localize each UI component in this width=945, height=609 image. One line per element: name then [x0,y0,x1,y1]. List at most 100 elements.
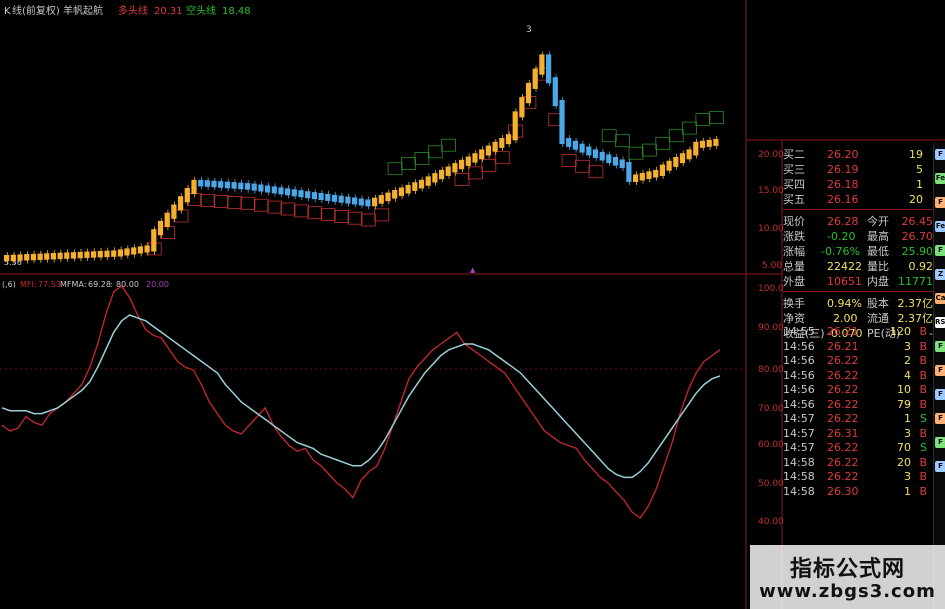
header-prefix: K [4,6,11,17]
candle [372,197,378,207]
trade-row[interactable]: 14:56 26.21 3 B [783,340,933,355]
candle [425,176,431,186]
trade-time: 14:58 [783,484,815,498]
price-tick: 10.00 [758,224,784,234]
trade-time: 14:56 [783,383,815,396]
candle [432,173,438,183]
candle [4,255,10,262]
candle [178,196,184,211]
trade-volume: 10 [897,383,911,396]
toolbar-button[interactable]: Ca [935,293,945,304]
trail-box [253,198,269,212]
bid-label: 买三 [783,163,805,176]
candle [258,184,264,192]
stat-value: 26.45 [901,215,934,228]
stat-row: 现价 26.28 今开 26.45 [783,214,933,229]
toolbar-button[interactable]: F [935,461,945,472]
candle [345,196,351,204]
toolbar-button[interactable]: F [935,365,945,376]
stat-label: 量比 [867,260,889,273]
trade-row[interactable]: 14:57 26.22 70 S [783,441,933,456]
trail-box [414,152,430,165]
mfi-value: 77.53 [38,280,61,289]
toolbar-button[interactable]: F [935,245,945,256]
trade-row[interactable]: 14:58 26.22 20 B [783,456,933,471]
candle [633,174,639,182]
bid-row[interactable]: 买五 26.16 20 [783,192,933,207]
toolbar-button[interactable]: RSI [935,317,945,328]
candle [111,250,117,257]
candle [198,179,204,187]
candle [405,184,411,194]
candle [525,82,532,104]
trade-volume: 2 [904,354,911,367]
candle [157,220,164,236]
candle [211,180,217,188]
candle [24,254,30,261]
stat-label: 涨幅 [783,245,805,258]
trade-time: 14:57 [783,426,815,440]
stat-row: 涨跌 -0.20 最高 26.70 [783,229,933,244]
candle [626,162,632,182]
candle [606,154,612,163]
candle [358,198,364,206]
trade-side: B [919,484,927,498]
candle [338,195,344,203]
indicator-tick: 50.00 [758,479,784,489]
candle [17,254,23,261]
candle [459,159,465,170]
indicator-prefix: (,6) [2,280,16,289]
toolbar-button[interactable]: Fe [935,221,945,232]
candle [566,138,572,147]
toolbar-button[interactable]: F [935,341,945,352]
candle [97,251,103,258]
trail-box [682,121,697,135]
toolbar-button[interactable]: F [935,437,945,448]
candle [659,164,665,176]
trade-row[interactable]: 14:55 26.21 120 B [783,325,933,340]
candle [492,141,498,152]
trade-row[interactable]: 14:56 26.22 4 B [783,369,933,384]
toolbar-button[interactable]: F [935,413,945,424]
candle [84,251,90,258]
candle [318,193,324,200]
trade-row[interactable]: 14:58 26.30 1 B [783,485,933,500]
stat-row: 总量 22422 量比 0.92 [783,259,933,274]
trade-price: 26.22 [827,412,859,425]
candle [512,111,518,141]
toolbar-button[interactable]: Z [935,269,945,280]
candle [144,245,150,253]
trade-time: 14:58 [783,455,815,469]
toolbar-button[interactable]: F [935,197,945,208]
bid-price: 26.19 [827,163,859,176]
bid-label: 买四 [783,178,805,191]
bid-row[interactable]: 买二 26.20 19 [783,147,933,162]
trade-row[interactable]: 14:58 26.22 3 B [783,470,933,485]
trade-row[interactable]: 14:56 26.22 2 B [783,354,933,369]
watermark-title: 指标公式网 [789,557,905,582]
stat-label: 外盘 [783,275,805,288]
bid-row[interactable]: 买四 26.18 1 [783,177,933,192]
candle [57,252,63,260]
candle [706,139,712,147]
header-middle: 线 [12,4,22,17]
candle [77,251,83,259]
side-toolbar: F Fe F Fe F Z Ca RSI F F F F F F [933,143,945,609]
bid-volume: 19 [909,148,923,161]
candle [673,157,679,167]
candle [412,182,418,191]
toolbar-button[interactable]: F [935,149,945,160]
trade-row[interactable]: 14:57 26.22 1 S [783,412,933,427]
trade-volume: 1 [904,412,911,425]
toolbar-button[interactable]: F [935,389,945,400]
indicator-tick: 80.00 [758,365,784,375]
toolbar-button[interactable]: Fe [935,173,945,184]
trail-box [481,158,497,172]
trade-row[interactable]: 14:56 26.22 10 B [783,383,933,398]
stat-label: 涨跌 [783,230,805,243]
bid-row[interactable]: 买三 26.19 5 [783,162,933,177]
trade-row[interactable]: 14:57 26.31 3 B [783,427,933,442]
trade-side: S [920,441,927,454]
trade-row[interactable]: 14:56 26.22 79 B [783,398,933,413]
trend-trails [146,67,724,256]
